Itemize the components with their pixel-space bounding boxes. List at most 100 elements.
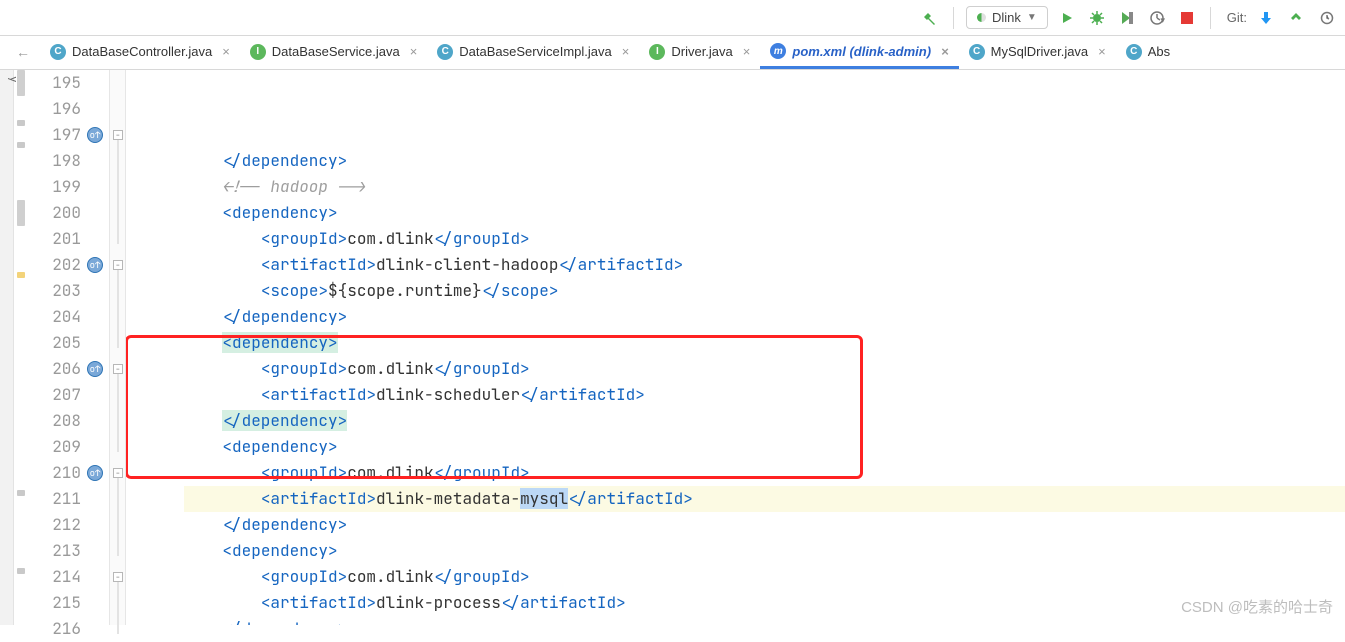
tab-databasecontroller-java[interactable]: C DataBaseController.java ×: [40, 36, 240, 69]
line-number[interactable]: 206o↑: [28, 356, 103, 382]
git-commit-icon[interactable]: [1285, 7, 1307, 29]
debug-icon[interactable]: [1086, 7, 1108, 29]
line-number[interactable]: 208: [28, 408, 103, 434]
line-number[interactable]: 213: [28, 538, 103, 564]
stop-icon[interactable]: [1176, 7, 1198, 29]
line-number[interactable]: 205: [28, 330, 103, 356]
line-number[interactable]: 202o↑: [28, 252, 103, 278]
line-number[interactable]: 198: [28, 148, 103, 174]
run-config-icon: [977, 13, 986, 22]
chevron-down-icon: ▼: [1027, 12, 1037, 23]
bean-gutter-icon[interactable]: o↑: [87, 361, 103, 377]
code-line-196[interactable]: <!-- hadoop -->: [184, 174, 1345, 200]
fold-toggle[interactable]: −: [113, 468, 123, 478]
line-number-gutter[interactable]: 195196197o↑198199200201202o↑203204205206…: [28, 70, 110, 625]
close-icon[interactable]: ×: [941, 44, 949, 59]
line-number[interactable]: 211: [28, 486, 103, 512]
tab-abs[interactable]: C Abs: [1116, 36, 1180, 69]
line-number[interactable]: 196: [28, 96, 103, 122]
code-line-201[interactable]: </dependency>: [184, 304, 1345, 330]
line-number[interactable]: 210o↑: [28, 460, 103, 486]
code-line-207[interactable]: <groupId>com.dlink</groupId>: [184, 460, 1345, 486]
git-pull-icon[interactable]: [1255, 7, 1277, 29]
code-line-206[interactable]: <dependency>: [184, 434, 1345, 460]
tab-label: DataBaseController.java: [72, 44, 212, 59]
tab-driver-java[interactable]: I Driver.java ×: [639, 36, 760, 69]
run-config-selector[interactable]: Dlink ▼: [966, 6, 1048, 29]
tab-mysqldriver-java[interactable]: C MySqlDriver.java ×: [959, 36, 1116, 69]
git-label: Git:: [1227, 10, 1247, 25]
code-line-202[interactable]: <dependency>: [184, 330, 1345, 356]
file-type-icon: I: [649, 44, 665, 60]
code-line-209[interactable]: </dependency>: [184, 512, 1345, 538]
tab-pom-xml-dlink-admin-[interactable]: mpom.xml (dlink-admin)×: [760, 36, 958, 69]
line-number[interactable]: 201: [28, 226, 103, 252]
code-line-213[interactable]: </dependency>: [184, 616, 1345, 625]
code-area[interactable]: </dependency> <!-- hadoop --> <dependenc…: [126, 70, 1345, 625]
code-line-197[interactable]: <dependency>: [184, 200, 1345, 226]
code-line-195[interactable]: </dependency>: [184, 148, 1345, 174]
line-number[interactable]: 214: [28, 564, 103, 590]
profiler-icon[interactable]: ▾: [1146, 7, 1168, 29]
tab-scroll-left-icon[interactable]: ←: [16, 44, 30, 60]
editor-tabs: C DataBaseController.java × I DataBaseServic…: [0, 36, 1345, 70]
file-type-icon: C: [437, 44, 453, 60]
tab-label: Driver.java: [671, 44, 732, 59]
coverage-icon[interactable]: [1116, 7, 1138, 29]
line-number[interactable]: 200: [28, 200, 103, 226]
code-line-212[interactable]: <artifactId>dlink-process</artifactId>: [184, 590, 1345, 616]
build-hammer-icon[interactable]: [919, 7, 941, 29]
file-type-icon: I: [250, 44, 266, 60]
line-number[interactable]: 199: [28, 174, 103, 200]
line-number[interactable]: 197o↑: [28, 122, 103, 148]
tab-databaseservice-java[interactable]: I DataBaseService.java ×: [240, 36, 428, 69]
close-icon[interactable]: ×: [410, 44, 418, 59]
separator: [953, 7, 954, 29]
code-line-208[interactable]: <artifactId>dlink-metadata-mysql</artifa…: [184, 486, 1345, 512]
tab-label: DataBaseServiceImpl.java: [459, 44, 611, 59]
main-toolbar: Dlink ▼ ▾ Git:: [0, 0, 1345, 36]
close-icon[interactable]: ×: [222, 44, 230, 59]
bean-gutter-icon[interactable]: o↑: [87, 465, 103, 481]
code-line-203[interactable]: <groupId>com.dlink</groupId>: [184, 356, 1345, 382]
file-type-icon: C: [1126, 44, 1142, 60]
fold-toggle[interactable]: −: [113, 260, 123, 270]
modified-lines-strip: [14, 70, 28, 625]
file-type-icon: C: [969, 44, 985, 60]
watermark-text: CSDN @吃素的哈士奇: [1181, 596, 1333, 617]
line-number[interactable]: 204: [28, 304, 103, 330]
tab-label: MySqlDriver.java: [991, 44, 1089, 59]
code-line-211[interactable]: <groupId>com.dlink</groupId>: [184, 564, 1345, 590]
line-number[interactable]: 207: [28, 382, 103, 408]
code-line-199[interactable]: <artifactId>dlink-client-hadoop</artifac…: [184, 252, 1345, 278]
code-line-204[interactable]: <artifactId>dlink-scheduler</artifactId>: [184, 382, 1345, 408]
line-number[interactable]: 212: [28, 512, 103, 538]
line-number[interactable]: 215: [28, 590, 103, 616]
fold-toggle[interactable]: −: [113, 130, 123, 140]
file-type-icon: C: [50, 44, 66, 60]
tab-databaseserviceimpl-java[interactable]: C DataBaseServiceImpl.java ×: [427, 36, 639, 69]
run-icon[interactable]: [1056, 7, 1078, 29]
code-line-205[interactable]: </dependency>: [184, 408, 1345, 434]
code-line-200[interactable]: <scope>${scope.runtime}</scope>: [184, 278, 1345, 304]
tab-label: pom.xml (dlink-admin): [792, 44, 931, 59]
close-icon[interactable]: ×: [622, 44, 630, 59]
tab-label: Abs: [1148, 44, 1170, 59]
line-number[interactable]: 216: [28, 616, 103, 642]
bean-gutter-icon[interactable]: o↑: [87, 127, 103, 143]
bean-gutter-icon[interactable]: o↑: [87, 257, 103, 273]
fold-toggle[interactable]: −: [113, 364, 123, 374]
close-icon[interactable]: ×: [1098, 44, 1106, 59]
tab-label: DataBaseService.java: [272, 44, 400, 59]
close-icon[interactable]: ×: [743, 44, 751, 59]
fold-toggle[interactable]: −: [113, 572, 123, 582]
git-history-icon[interactable]: [1315, 7, 1337, 29]
run-config-label: Dlink: [992, 10, 1021, 25]
line-number[interactable]: 195: [28, 70, 103, 96]
tool-window-rail[interactable]: y: [0, 70, 14, 625]
line-number[interactable]: 203: [28, 278, 103, 304]
code-line-210[interactable]: <dependency>: [184, 538, 1345, 564]
fold-strip[interactable]: − − − − −: [110, 70, 126, 625]
code-line-198[interactable]: <groupId>com.dlink</groupId>: [184, 226, 1345, 252]
line-number[interactable]: 209: [28, 434, 103, 460]
